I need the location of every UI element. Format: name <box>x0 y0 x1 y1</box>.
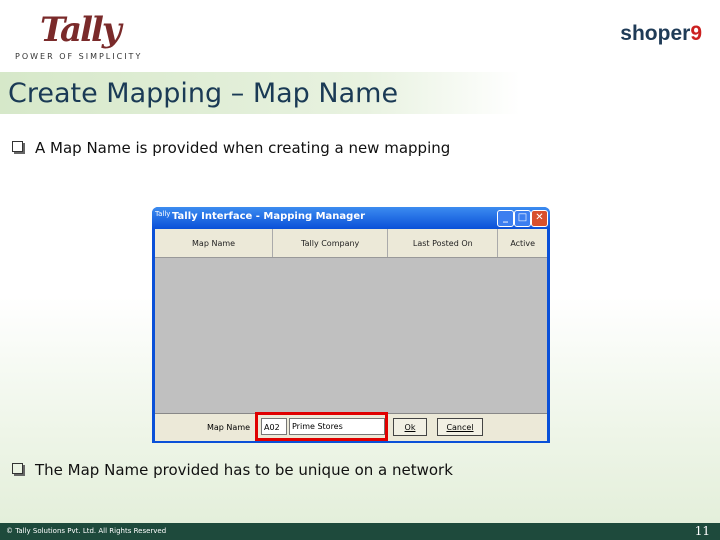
bullet-1-emph: Map Name <box>50 139 131 157</box>
highlight-box <box>255 412 388 441</box>
shoper-logo: shoper9 <box>620 22 702 46</box>
shoper-logo-text: shoper <box>620 22 691 45</box>
bullet-1: A Map Name is provided when creating a n… <box>12 139 450 157</box>
slide-title: Create Mapping – Map Name <box>8 78 399 109</box>
window-titlebar[interactable]: Tally Tally Interface - Mapping Manager … <box>152 207 550 229</box>
copyright: © Tally Solutions Pvt. Ltd. All Rights R… <box>6 527 167 535</box>
checkbox-bullet-icon <box>12 141 23 152</box>
col-map-name[interactable]: Map Name <box>155 229 274 257</box>
bullet-2-post: provided has to be unique on a network <box>148 461 453 479</box>
window-title: Tally Interface - Mapping Manager <box>172 211 366 222</box>
tally-tagline: POWER OF SIMPLICITY <box>15 52 143 61</box>
page-number: 11 <box>694 524 710 538</box>
col-tally-company[interactable]: Tally Company <box>273 229 389 257</box>
col-last-posted-on[interactable]: Last Posted On <box>388 229 499 257</box>
checkbox-bullet-icon <box>12 463 23 474</box>
shoper-logo-number: 9 <box>690 22 702 45</box>
mapping-manager-window: Tally Tally Interface - Mapping Manager … <box>152 207 550 443</box>
app-icon: Tally <box>155 210 171 218</box>
footer: © Tally Solutions Pvt. Ltd. All Rights R… <box>0 523 720 540</box>
minimize-button[interactable]: _ <box>497 210 514 227</box>
maximize-button[interactable]: □ <box>514 210 531 227</box>
bullet-2: The Map Name provided has to be unique o… <box>12 461 453 479</box>
col-active[interactable]: Active <box>498 229 547 257</box>
grid-header: Map Name Tally Company Last Posted On Ac… <box>155 229 547 258</box>
bullet-1-pre: A <box>35 139 51 157</box>
tally-logo: Tally <box>40 10 122 50</box>
map-name-label: Map Name <box>207 423 251 432</box>
window-client: Map Name Tally Company Last Posted On Ac… <box>155 229 547 441</box>
cancel-button[interactable]: Cancel <box>437 418 483 436</box>
bullet-2-pre: The <box>35 461 68 479</box>
close-button[interactable]: ✕ <box>531 210 548 227</box>
bullet-2-emph: Map Name <box>67 461 149 479</box>
ok-button[interactable]: Ok <box>393 418 427 436</box>
bullet-1-post: is provided when creating a new mapping <box>130 139 451 157</box>
